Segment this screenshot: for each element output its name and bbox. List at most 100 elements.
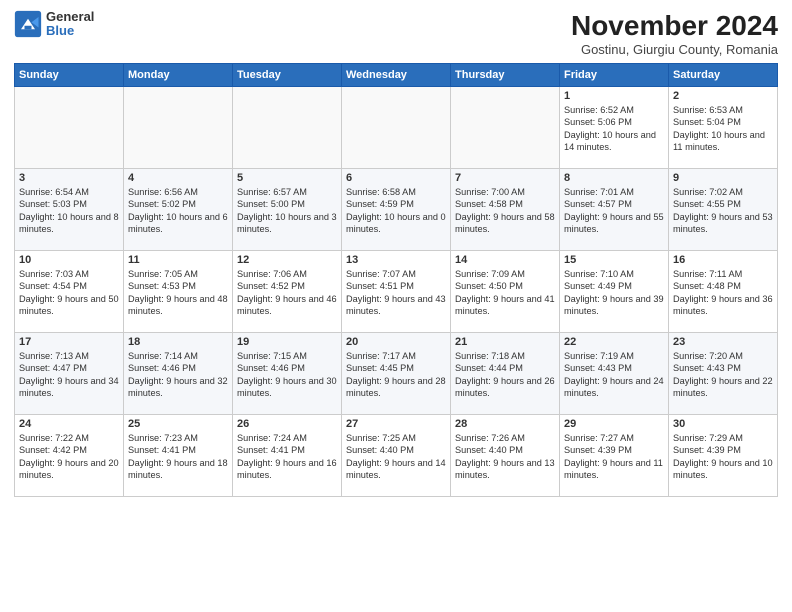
day-cell: 14Sunrise: 7:09 AMSunset: 4:50 PMDayligh… bbox=[451, 251, 560, 333]
logo: General Blue bbox=[14, 10, 94, 39]
day-info: Sunset: 4:49 PM bbox=[564, 280, 664, 292]
day-info: Daylight: 9 hours and 41 minutes. bbox=[455, 293, 555, 318]
day-number: 4 bbox=[128, 172, 228, 184]
col-header-thursday: Thursday bbox=[451, 64, 560, 87]
day-info: Daylight: 9 hours and 55 minutes. bbox=[564, 211, 664, 236]
day-info: Daylight: 9 hours and 30 minutes. bbox=[237, 375, 337, 400]
day-cell: 9Sunrise: 7:02 AMSunset: 4:55 PMDaylight… bbox=[669, 169, 778, 251]
day-cell: 16Sunrise: 7:11 AMSunset: 4:48 PMDayligh… bbox=[669, 251, 778, 333]
day-info: Sunset: 4:40 PM bbox=[346, 444, 446, 456]
week-row-0: 1Sunrise: 6:52 AMSunset: 5:06 PMDaylight… bbox=[15, 87, 778, 169]
day-cell: 1Sunrise: 6:52 AMSunset: 5:06 PMDaylight… bbox=[560, 87, 669, 169]
day-info: Sunset: 4:39 PM bbox=[564, 444, 664, 456]
day-info: Daylight: 9 hours and 32 minutes. bbox=[128, 375, 228, 400]
day-cell bbox=[233, 87, 342, 169]
day-info: Daylight: 9 hours and 46 minutes. bbox=[237, 293, 337, 318]
day-cell: 23 Sunrise: 7:20 AMSunset: 4:43 PMDayligh… bbox=[669, 333, 778, 415]
day-info: Sunset: 4:57 PM bbox=[564, 198, 664, 210]
day-info: Daylight: 9 hours and 26 minutes. bbox=[455, 375, 555, 400]
day-info: Sunrise: 7:24 AM bbox=[237, 432, 337, 444]
day-info: Sunrise: 6:52 AM bbox=[564, 104, 664, 116]
day-number: 7 bbox=[455, 172, 555, 184]
title-block: November 2024 Gostinu, Giurgiu County, R… bbox=[571, 10, 778, 57]
day-info: Daylight: 9 hours and 34 minutes. bbox=[19, 375, 119, 400]
day-info: Sunrise: 7:14 AM bbox=[128, 350, 228, 362]
day-number: 22 bbox=[564, 336, 664, 348]
day-info: Sunrise: 7:23 AM bbox=[128, 432, 228, 444]
day-info: Sunrise: 7:29 AM bbox=[673, 432, 773, 444]
day-number: 25 bbox=[128, 418, 228, 430]
logo-text: General Blue bbox=[46, 10, 94, 39]
day-cell: 2Sunrise: 6:53 AMSunset: 5:04 PMDaylight… bbox=[669, 87, 778, 169]
day-cell bbox=[124, 87, 233, 169]
day-info: Daylight: 9 hours and 22 minutes. bbox=[673, 375, 773, 400]
day-info: Sunset: 4:48 PM bbox=[673, 280, 773, 292]
day-cell: 21Sunrise: 7:18 AMSunset: 4:44 PMDayligh… bbox=[451, 333, 560, 415]
day-info: Sunrise: 7:19 AM bbox=[564, 350, 664, 362]
day-info: Sunrise: 7:26 AM bbox=[455, 432, 555, 444]
day-number: 1 bbox=[564, 90, 664, 102]
day-info: Sunset: 4:44 PM bbox=[455, 362, 555, 374]
day-info: Sunrise: 6:53 AM bbox=[673, 104, 773, 116]
day-info: Sunset: 4:52 PM bbox=[237, 280, 337, 292]
day-info: Sunset: 5:02 PM bbox=[128, 198, 228, 210]
week-row-2: 10Sunrise: 7:03 AMSunset: 4:54 PMDayligh… bbox=[15, 251, 778, 333]
week-row-3: 17Sunrise: 7:13 AMSunset: 4:47 PMDayligh… bbox=[15, 333, 778, 415]
day-info: Daylight: 9 hours and 11 minutes. bbox=[564, 457, 664, 482]
day-info: Sunrise: 7:15 AM bbox=[237, 350, 337, 362]
day-info: Sunrise: 7:13 AM bbox=[19, 350, 119, 362]
logo-general: General bbox=[46, 10, 94, 24]
day-cell: 25Sunrise: 7:23 AMSunset: 4:41 PMDayligh… bbox=[124, 415, 233, 497]
day-info: Sunrise: 7:27 AM bbox=[564, 432, 664, 444]
day-cell: 11Sunrise: 7:05 AMSunset: 4:53 PMDayligh… bbox=[124, 251, 233, 333]
day-info: Sunrise: 7:01 AM bbox=[564, 186, 664, 198]
logo-blue-text: Blue bbox=[46, 24, 94, 38]
day-number: 6 bbox=[346, 172, 446, 184]
day-info: Sunrise: 7:22 AM bbox=[19, 432, 119, 444]
day-info: Daylight: 9 hours and 10 minutes. bbox=[673, 457, 773, 482]
day-cell: 24Sunrise: 7:22 AMSunset: 4:42 PMDayligh… bbox=[15, 415, 124, 497]
day-info: Daylight: 9 hours and 24 minutes. bbox=[564, 375, 664, 400]
day-info: Sunrise: 7:10 AM bbox=[564, 268, 664, 280]
day-cell: 20Sunrise: 7:17 AMSunset: 4:45 PMDayligh… bbox=[342, 333, 451, 415]
day-number: 8 bbox=[564, 172, 664, 184]
day-number: 20 bbox=[346, 336, 446, 348]
day-info: Daylight: 10 hours and 6 minutes. bbox=[128, 211, 228, 236]
day-number: 28 bbox=[455, 418, 555, 430]
day-info: Sunrise: 7:03 AM bbox=[19, 268, 119, 280]
day-number: 27 bbox=[346, 418, 446, 430]
day-info: Daylight: 9 hours and 53 minutes. bbox=[673, 211, 773, 236]
day-info: Daylight: 9 hours and 16 minutes. bbox=[237, 457, 337, 482]
day-info: Daylight: 9 hours and 14 minutes. bbox=[346, 457, 446, 482]
day-info: Daylight: 10 hours and 14 minutes. bbox=[564, 129, 664, 154]
day-number: 19 bbox=[237, 336, 337, 348]
day-number: 11 bbox=[128, 254, 228, 266]
col-header-saturday: Saturday bbox=[669, 64, 778, 87]
day-info: Daylight: 9 hours and 58 minutes. bbox=[455, 211, 555, 236]
day-info: Sunset: 4:58 PM bbox=[455, 198, 555, 210]
day-cell bbox=[451, 87, 560, 169]
day-info: Sunset: 4:45 PM bbox=[346, 362, 446, 374]
day-cell: 29Sunrise: 7:27 AMSunset: 4:39 PMDayligh… bbox=[560, 415, 669, 497]
day-cell: 7Sunrise: 7:00 AMSunset: 4:58 PMDaylight… bbox=[451, 169, 560, 251]
day-number: 30 bbox=[673, 418, 773, 430]
day-info: Sunrise: 6:54 AM bbox=[19, 186, 119, 198]
col-header-tuesday: Tuesday bbox=[233, 64, 342, 87]
day-info: Sunset: 4:43 PM bbox=[673, 362, 773, 374]
day-number: 12 bbox=[237, 254, 337, 266]
day-info: Sunrise: 6:58 AM bbox=[346, 186, 446, 198]
day-info: Sunrise: 7:09 AM bbox=[455, 268, 555, 280]
day-info: Sunset: 4:39 PM bbox=[673, 444, 773, 456]
day-info: Daylight: 9 hours and 39 minutes. bbox=[564, 293, 664, 318]
day-cell: 5Sunrise: 6:57 AMSunset: 5:00 PMDaylight… bbox=[233, 169, 342, 251]
day-info: Daylight: 9 hours and 36 minutes. bbox=[673, 293, 773, 318]
day-info: Sunrise: 6:56 AM bbox=[128, 186, 228, 198]
day-info: Sunrise: 7:20 AM bbox=[673, 350, 773, 362]
day-cell: 15Sunrise: 7:10 AMSunset: 4:49 PMDayligh… bbox=[560, 251, 669, 333]
day-info: Sunset: 4:46 PM bbox=[128, 362, 228, 374]
day-cell: 8 Sunrise: 7:01 AMSunset: 4:57 PMDaylight… bbox=[560, 169, 669, 251]
day-info: Sunrise: 7:18 AM bbox=[455, 350, 555, 362]
day-number: 23 bbox=[673, 336, 773, 348]
day-info: Daylight: 10 hours and 0 minutes. bbox=[346, 211, 446, 236]
day-info: Daylight: 9 hours and 28 minutes. bbox=[346, 375, 446, 400]
